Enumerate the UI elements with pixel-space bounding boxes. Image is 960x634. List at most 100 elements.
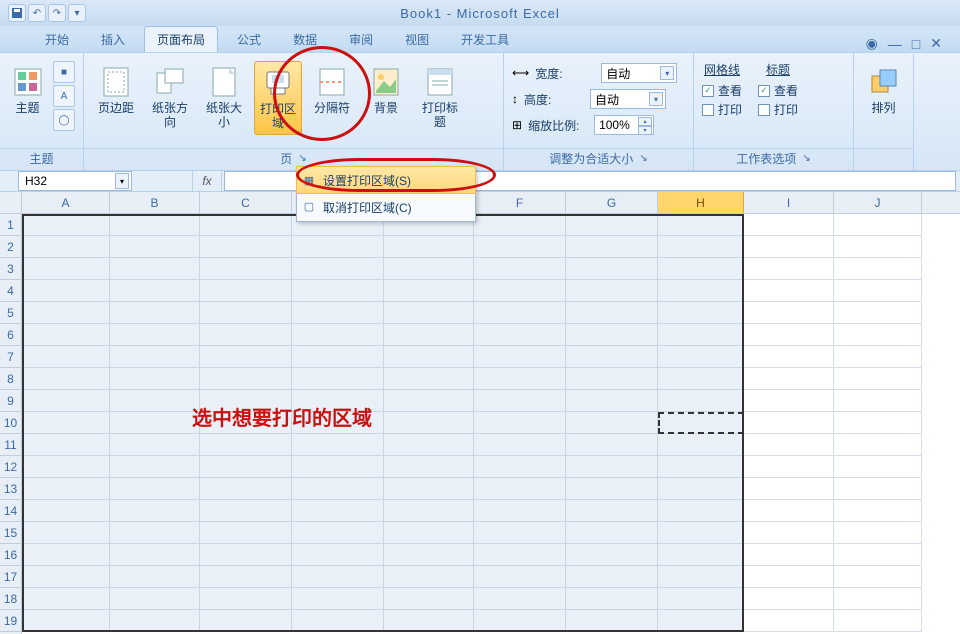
theme-effects-button[interactable]: ◯ [53,109,75,131]
row-header-2[interactable]: 2 [0,236,21,258]
breaks-label: 分隔符 [314,101,350,115]
headings-print-checkbox[interactable]: 打印 [758,101,798,118]
themes-button[interactable]: 主题 [8,61,47,119]
name-box[interactable]: H32 ▾ [18,171,132,191]
print-area-button[interactable]: 打印区域 [254,61,302,135]
arrange-label: 排列 [871,101,895,115]
height-label: 高度: [524,91,584,108]
column-header-J[interactable]: J [834,192,922,213]
group-page-setup: 页边距 纸张方向 纸张大小 打印区域 分隔符 背景 [84,53,504,170]
qat-save-button[interactable] [8,4,26,22]
tab-page-layout[interactable]: 页面布局 [144,26,218,52]
tab-home[interactable]: 开始 [32,26,82,52]
arrange-button[interactable]: 排列 [862,61,905,119]
row-header-11[interactable]: 11 [0,434,21,456]
sheet-options-dialog-launcher[interactable]: ↘ [802,153,810,164]
tab-developer[interactable]: 开发工具 [448,26,522,52]
margins-button[interactable]: 页边距 [92,61,140,119]
column-header-I[interactable]: I [744,192,834,213]
spin-down-icon[interactable]: ▾ [638,126,652,135]
width-combo[interactable]: 自动▾ [601,63,677,83]
column-header-F[interactable]: F [474,192,566,213]
row-header-19[interactable]: 19 [0,610,21,632]
name-box-dropdown-icon[interactable]: ▾ [115,173,129,189]
scale-icon: ⊞ [512,118,522,132]
row-header-18[interactable]: 18 [0,588,21,610]
qat-customize-button[interactable]: ▾ [68,4,86,22]
gridlines-print-checkbox[interactable]: 打印 [702,101,742,118]
background-button[interactable]: 背景 [362,61,410,119]
theme-colors-button[interactable]: ■ [53,61,75,83]
clear-print-area-label: 取消打印区域(C) [323,199,412,216]
print-titles-icon [423,65,457,99]
row-header-7[interactable]: 7 [0,346,21,368]
tab-view[interactable]: 视图 [392,26,442,52]
ribbon: 主题 ■ A ◯ 主题 页边距 纸张方向 纸张大小 [0,52,960,170]
fx-button[interactable]: fx [192,171,222,191]
scale-dialog-launcher[interactable]: ↘ [639,153,647,164]
formula-bar: H32 ▾ fx [0,170,960,192]
row-header-14[interactable]: 14 [0,500,21,522]
tab-insert[interactable]: 插入 [88,26,138,52]
spin-up-icon[interactable]: ▴ [638,117,652,126]
row-header-8[interactable]: 8 [0,368,21,390]
column-header-A[interactable]: A [22,192,110,213]
row-header-15[interactable]: 15 [0,522,21,544]
column-header-C[interactable]: C [200,192,292,213]
row-header-4[interactable]: 4 [0,280,21,302]
group-arrange: 排列 [854,53,914,170]
orientation-icon [153,65,187,99]
minimize-ribbon-icon[interactable]: — [888,36,902,52]
column-header-H[interactable]: H [658,192,744,213]
headings-view-checkbox[interactable]: ✓查看 [758,82,798,99]
row-header-13[interactable]: 13 [0,478,21,500]
row-header-1[interactable]: 1 [0,214,21,236]
close-icon[interactable]: ✕ [930,35,942,52]
cells-area[interactable]: ABCDEFGHIJ 选中想要打印的区域 [22,192,960,634]
height-value: 自动 [595,91,619,108]
row-header-9[interactable]: 9 [0,390,21,412]
group-themes-label: 主题 [29,150,53,167]
tab-formulas[interactable]: 公式 [224,26,274,52]
print-area-icon [261,66,295,100]
group-sheet-options: 网格线 ✓查看 打印 标题 ✓查看 打印 工作表选项↘ [694,53,854,170]
set-print-area-icon: ▦ [301,172,317,188]
orientation-button[interactable]: 纸张方向 [146,61,194,133]
restore-icon[interactable]: □ [912,36,920,52]
margins-label: 页边距 [98,101,134,115]
row-header-6[interactable]: 6 [0,324,21,346]
height-combo[interactable]: 自动▾ [590,89,666,109]
clear-print-area-icon: ▢ [301,198,317,214]
theme-fonts-button[interactable]: A [53,85,75,107]
page-setup-dialog-launcher[interactable]: ↘ [298,153,306,164]
column-header-B[interactable]: B [110,192,200,213]
row-header-10[interactable]: 10 [0,412,21,434]
group-page-setup-label: 页 [280,150,292,167]
print-titles-button[interactable]: 打印标题 [416,61,464,133]
qat-redo-button[interactable]: ↷ [48,4,66,22]
breaks-button[interactable]: 分隔符 [308,61,356,119]
row-header-12[interactable]: 12 [0,456,21,478]
gridlines-view-checkbox[interactable]: ✓查看 [702,82,742,99]
row-header-5[interactable]: 5 [0,302,21,324]
selection-area [22,214,744,632]
tab-data[interactable]: 数据 [280,26,330,52]
print-titles-label: 打印标题 [418,101,462,129]
row-header-16[interactable]: 16 [0,544,21,566]
qat-undo-button[interactable]: ↶ [28,4,46,22]
row-header-17[interactable]: 17 [0,566,21,588]
help-icon[interactable]: ◉ [866,35,878,52]
row-header-3[interactable]: 3 [0,258,21,280]
print-area-label: 打印区域 [257,102,299,130]
tab-review[interactable]: 审阅 [336,26,386,52]
scale-spinner[interactable]: 100%▴▾ [594,115,654,135]
column-header-G[interactable]: G [566,192,658,213]
headings-view-label: 查看 [774,82,798,99]
select-all-corner[interactable] [0,192,22,214]
clear-print-area-item[interactable]: ▢ 取消打印区域(C) [297,193,475,221]
breaks-icon [315,65,349,99]
size-button[interactable]: 纸张大小 [200,61,248,133]
set-print-area-item[interactable]: ▦ 设置打印区域(S) [296,166,476,194]
background-label: 背景 [374,101,398,115]
column-headers: ABCDEFGHIJ [22,192,960,214]
